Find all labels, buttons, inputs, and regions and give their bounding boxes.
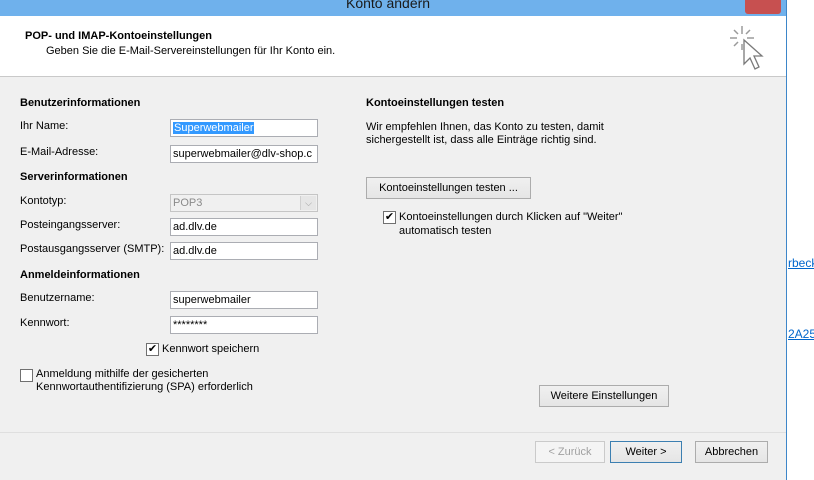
email-input[interactable]: superwebmailer@dlv-shop.c: [170, 145, 318, 163]
test-description-line2: sichergestellt ist, dass alle Einträge r…: [366, 134, 597, 146]
auto-test-label-line2: automatisch testen: [399, 225, 492, 237]
checkmark-icon: ✔: [147, 343, 158, 355]
section-user-info: Benutzerinformationen: [20, 97, 141, 109]
header-subtitle: Geben Sie die E-Mail-Servereinstellungen…: [46, 45, 336, 57]
spa-label-line1: Anmeldung mithilfe der gesicherten: [36, 368, 209, 380]
save-password-checkbox[interactable]: ✔: [146, 343, 159, 356]
section-login-info: Anmeldeinformationen: [20, 269, 140, 281]
dialog-window: Konto ändern POP- und IMAP-Kontoeinstell…: [0, 0, 787, 480]
auto-test-label-line1: Kontoeinstellungen durch Klicken auf "We…: [399, 211, 623, 223]
footer-divider: [0, 432, 786, 433]
header-title: POP- und IMAP-Kontoeinstellungen: [25, 30, 212, 42]
background-link-1[interactable]: rbeck: [788, 256, 814, 270]
window-title: Konto ändern: [346, 0, 431, 11]
name-label: Ihr Name:: [20, 120, 69, 132]
auto-test-checkbox[interactable]: ✔: [383, 211, 396, 224]
account-type-select: POP3 ⌵: [170, 194, 318, 212]
save-password-label: Kennwort speichern: [162, 343, 260, 355]
back-button[interactable]: < Zurück: [535, 441, 605, 463]
more-settings-button[interactable]: Weitere Einstellungen: [539, 385, 669, 407]
password-input[interactable]: ********: [170, 316, 318, 334]
outgoing-server-input[interactable]: ad.dlv.de: [170, 242, 318, 260]
section-test-settings: Kontoeinstellungen testen: [366, 97, 505, 109]
incoming-server-input[interactable]: ad.dlv.de: [170, 218, 318, 236]
email-label: E-Mail-Adresse:: [20, 146, 99, 158]
outgoing-server-label: Postausgangsserver (SMTP):: [20, 243, 165, 255]
chevron-down-icon: ⌵: [300, 196, 316, 210]
incoming-server-label: Posteingangsserver:: [20, 219, 121, 231]
background-link-2[interactable]: 2A25: [788, 327, 814, 341]
checkmark-icon: ✔: [384, 211, 395, 223]
next-button[interactable]: Weiter >: [610, 441, 682, 463]
dialog-header: POP- und IMAP-Kontoeinstellungen Geben S…: [0, 16, 786, 77]
test-description-line1: Wir empfehlen Ihnen, das Konto zu testen…: [366, 121, 604, 133]
name-value: Superwebmailer: [173, 122, 255, 134]
name-input[interactable]: Superwebmailer: [170, 119, 318, 137]
sparkle-cursor-icon: [730, 26, 764, 70]
password-label: Kennwort:: [20, 317, 70, 329]
username-input[interactable]: superwebmailer: [170, 291, 318, 309]
username-label: Benutzername:: [20, 292, 95, 304]
title-bar[interactable]: Konto ändern: [0, 0, 786, 16]
section-server-info: Serverinformationen: [20, 171, 128, 183]
account-type-value: POP3: [173, 197, 203, 209]
close-button[interactable]: [745, 0, 781, 14]
cancel-button[interactable]: Abbrechen: [695, 441, 768, 463]
spa-label-line2: Kennwortauthentifizierung (SPA) erforder…: [36, 381, 253, 393]
spa-checkbox[interactable]: [20, 369, 33, 382]
account-type-label: Kontotyp:: [20, 195, 67, 207]
test-account-button[interactable]: Kontoeinstellungen testen ...: [366, 177, 531, 199]
